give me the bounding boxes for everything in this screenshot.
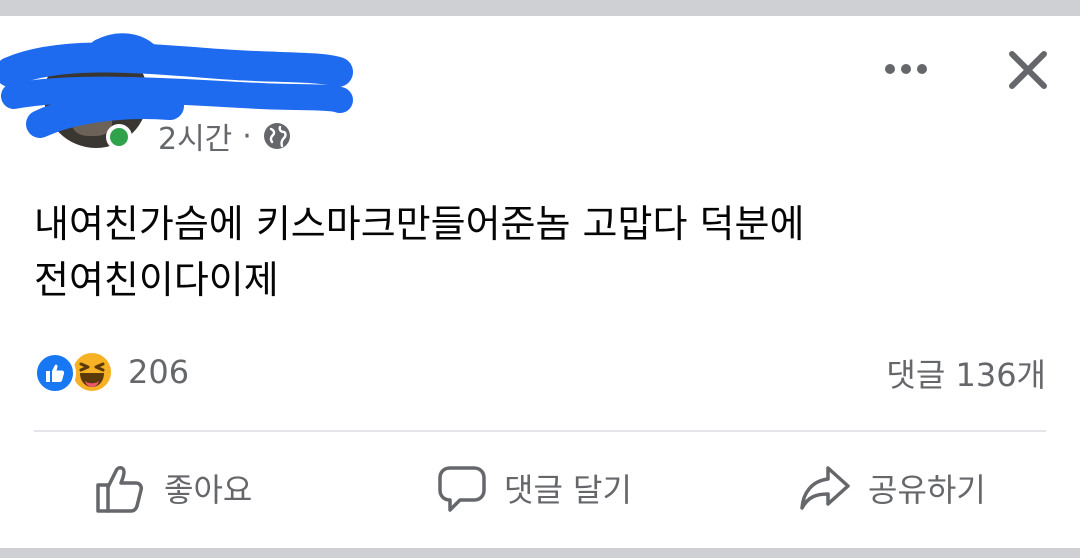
meta-separator: ·: [242, 118, 252, 154]
post-meta: 2시간 ·: [158, 114, 292, 158]
share-label: 공유하기: [868, 471, 986, 509]
thumbs-up-icon: [96, 466, 143, 513]
comment-button[interactable]: 댓글 달기: [436, 458, 632, 518]
post-text-line: 내여친가슴에 키스마크만들어준놈 고맙다 덕분에: [34, 202, 805, 246]
like-button[interactable]: 좋아요: [94, 458, 252, 518]
comment-label: 댓글 달기: [504, 471, 632, 509]
more-dots-icon: [885, 64, 927, 74]
online-status-dot: [106, 124, 132, 150]
avatar[interactable]: [44, 44, 148, 148]
close-icon: [1009, 51, 1047, 89]
comment-bubble-icon: [438, 466, 486, 512]
top-separator: [0, 0, 1080, 16]
globe-icon[interactable]: [262, 121, 292, 151]
close-button[interactable]: [998, 40, 1058, 100]
post-time[interactable]: 2시간: [158, 114, 232, 158]
divider: [34, 430, 1046, 432]
share-arrow-icon: [800, 466, 850, 510]
comment-count[interactable]: 댓글 136개: [886, 350, 1046, 396]
reaction-count[interactable]: 206: [128, 353, 189, 391]
post-body: 내여친가슴에 키스마크만들어준놈 고맙다 덕분에 전여친이다이제: [34, 196, 1044, 308]
share-button[interactable]: 공유하기: [798, 458, 986, 518]
like-label: 좋아요: [164, 471, 253, 509]
more-options-button[interactable]: [876, 46, 936, 92]
bottom-separator: [0, 548, 1080, 558]
haha-icon: [70, 350, 114, 394]
reaction-icons: [34, 350, 118, 394]
like-icon: [34, 352, 76, 394]
post-text-line: 전여친이다이제: [34, 258, 279, 302]
reaction-summary[interactable]: 206: [34, 348, 189, 396]
